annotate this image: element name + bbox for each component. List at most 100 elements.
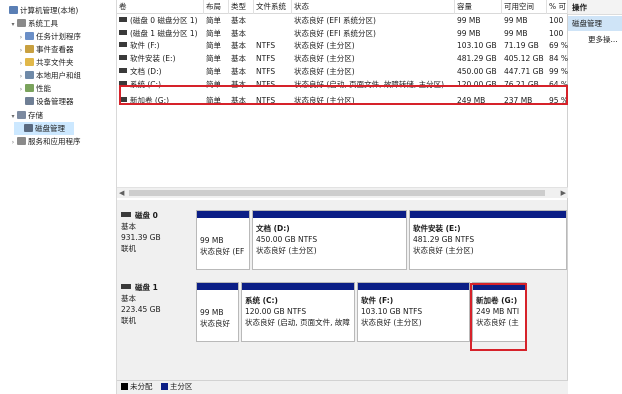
tree-item-9[interactable]: 磁盘管理 (14, 122, 74, 135)
scroll-right-icon[interactable]: ▶ (561, 188, 566, 199)
partition-0-0[interactable]: 99 MB 状态良好 (EF (196, 210, 250, 270)
table-row[interactable]: (磁盘 0 磁盘分区 1) 简单 基本 状态良好 (EFI 系统分区) 99 MB 99 … (117, 14, 568, 27)
table-cell: 基本 (231, 41, 246, 51)
tree-item-3[interactable]: › 事件查看器 (0, 43, 74, 56)
performance-icon (25, 84, 34, 92)
tree-item-1[interactable]: ▾ 系统工具 (0, 17, 58, 30)
partition-1-0[interactable]: 99 MB 状态良好 (196, 282, 239, 342)
scroll-left-icon[interactable]: ◀ (119, 188, 124, 199)
table-cell: NTFS (256, 66, 276, 76)
table-cell: 简单 (206, 28, 221, 38)
tree-item-8[interactable]: ▾ 存储 (0, 109, 43, 122)
actions-header: 操作 (568, 0, 622, 15)
partition-1-1[interactable]: 系统 (C:) 120.00 GB NTFS 状态良好 (启动, 页面文件, 故障 (241, 282, 355, 342)
disk-size: 223.45 GB (121, 305, 161, 314)
tree-item-label: 共享文件夹 (36, 58, 74, 67)
table-cell (254, 14, 292, 27)
partition-status: 状态良好 (主分区) (413, 246, 474, 255)
highlight-box-volume-g (119, 85, 568, 105)
column-header-1[interactable]: 布局 (204, 0, 229, 14)
tree-item-label: 本地用户和组 (36, 71, 81, 80)
table-cell: (磁盘 1 磁盘分区 1) (117, 27, 204, 40)
users-icon (25, 71, 34, 79)
table-cell: 99 MB (457, 16, 481, 25)
column-header-6[interactable]: 可用空间 (502, 0, 547, 14)
table-cell: 71.19 GB (504, 41, 539, 51)
partition-size: 99 MB (200, 236, 224, 245)
disk-icon (121, 212, 131, 217)
tree-item-label: 存储 (28, 111, 43, 120)
tree-item-10[interactable]: › 服务和应用程序 (0, 135, 81, 148)
partition-size: 99 MB (200, 308, 224, 317)
table-cell: 简单 (206, 41, 221, 51)
table-cell: 基本 (231, 54, 246, 64)
table-cell: 状态良好 (主分区) (294, 54, 355, 64)
computer-icon (9, 6, 18, 14)
volume-name: 软件 (F:) (130, 41, 160, 51)
tree-item-6[interactable]: › 性能 (0, 82, 51, 95)
partition-0-2[interactable]: 软件安装 (E:) 481.29 GB NTFS 状态良好 (主分区) (409, 210, 567, 270)
partition-size: 481.29 GB NTFS (413, 235, 475, 244)
tree-item-label: 磁盘管理 (35, 124, 65, 133)
tree-item-label: 性能 (36, 84, 51, 93)
table-cell: 481.29 GB (457, 54, 497, 64)
partition-0-1[interactable]: 文档 (D:) 450.00 GB NTFS 状态良好 (主分区) (252, 210, 407, 270)
drive-icon (119, 55, 127, 61)
tree-item-0[interactable]: 计算机管理(本地) (0, 4, 78, 17)
disk-size: 931.39 GB (121, 233, 161, 242)
highlight-box-partition-g (470, 283, 527, 351)
partition-size: 450.00 GB NTFS (256, 235, 318, 244)
table-cell: 99 MB (504, 28, 528, 38)
tree-item-5[interactable]: › 本地用户和组 (0, 69, 81, 82)
table-cell: 软件安装 (E:) (117, 52, 204, 65)
tree-item-4[interactable]: › 共享文件夹 (0, 56, 74, 69)
drive-icon (119, 42, 127, 48)
table-row[interactable]: 软件安装 (E:) 简单 基本 NTFS 状态良好 (主分区) 481.29 GB 405.… (117, 52, 568, 65)
table-cell: 状态良好 (EFI 系统分区) (294, 28, 376, 38)
legend-primary: 主分区 (169, 382, 193, 391)
table-cell: 状态良好 (主分区) (294, 66, 355, 76)
table-cell: 简单 (206, 54, 221, 64)
table-cell: 状态良好 (主分区) (294, 41, 355, 51)
services-icon (17, 137, 26, 145)
column-header-3[interactable]: 文件系统 (254, 0, 292, 14)
column-header-7[interactable]: % 可 (547, 0, 568, 14)
partition-size: 120.00 GB NTFS (245, 307, 307, 316)
tree-item-7[interactable]: 设备管理器 (0, 95, 74, 108)
table-cell: 状态良好 (EFI 系统分区) (294, 16, 376, 25)
clock-icon (25, 32, 34, 40)
table-cell: 100 (549, 28, 564, 38)
column-header-2[interactable]: 类型 (229, 0, 254, 14)
action-disk-management[interactable]: 磁盘管理 (568, 16, 622, 31)
action-more[interactable]: 更多操... (588, 34, 618, 46)
column-header-5[interactable]: 容量 (455, 0, 502, 14)
disk-icon (121, 284, 131, 289)
horizontal-scrollbar[interactable]: ◀ ▶ (117, 187, 568, 198)
disk-name-line: 磁盘 0 (121, 210, 161, 221)
volume-name: (磁盘 0 磁盘分区 1) (130, 16, 198, 25)
tree-item-label: 服务和应用程序 (28, 137, 81, 146)
tree-item-2[interactable]: › 任务计划程序 (0, 30, 81, 43)
table-row[interactable]: (磁盘 1 磁盘分区 1) 简单 基本 状态良好 (EFI 系统分区) 99 MB 99 … (117, 27, 568, 40)
drive-icon (119, 29, 127, 35)
tree-item-label: 任务计划程序 (36, 32, 81, 41)
partition-status: 状态良好 (启动, 页面文件, 故障 (245, 318, 350, 327)
table-cell: 99 MB (504, 16, 528, 25)
disk-status: 联机 (121, 316, 136, 325)
table-row[interactable]: 软件 (F:) 简单 基本 NTFS 状态良好 (主分区) 103.10 GB 71.19 … (117, 39, 568, 52)
expand-arrow-icon[interactable]: › (9, 136, 17, 149)
table-row[interactable]: 文档 (D:) 简单 基本 NTFS 状态良好 (主分区) 450.00 GB 447.71… (117, 65, 568, 78)
actions-pane: 操作 磁盘管理 更多操... (568, 0, 622, 394)
partition-bar (358, 283, 469, 290)
table-cell: 84 % (549, 54, 568, 64)
drive-icon (119, 67, 127, 73)
partition-bar (197, 283, 238, 290)
partition-status: 状态良好 (EF (200, 247, 245, 256)
partition-status: 状态良好 (200, 319, 230, 328)
partition-1-2[interactable]: 软件 (F:) 103.10 GB NTFS 状态良好 (主分区) (357, 282, 470, 342)
column-header-4[interactable]: 状态 (292, 0, 455, 14)
tools-icon (17, 19, 26, 27)
scrollbar-thumb[interactable] (129, 190, 545, 196)
disk-status: 联机 (121, 244, 136, 253)
column-header-0[interactable]: 卷 (117, 0, 204, 14)
